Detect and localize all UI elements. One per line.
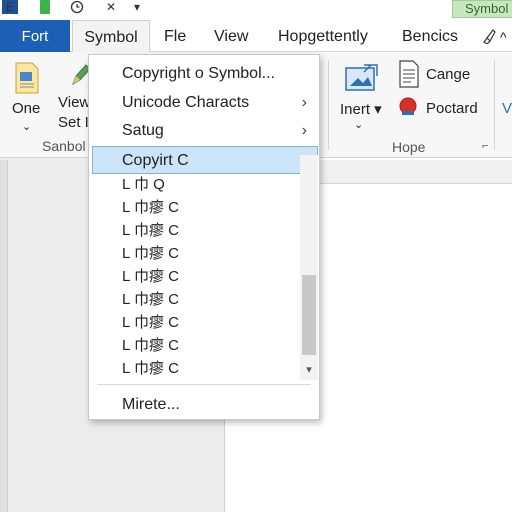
menu-scrollbar[interactable]: ▾ bbox=[300, 155, 318, 380]
scrollbar-thumb[interactable] bbox=[302, 275, 316, 355]
record-icon[interactable] bbox=[398, 96, 418, 116]
menu-item-label: Copyright o Symbol... bbox=[122, 65, 275, 82]
symbol-row[interactable]: L 巾 Q bbox=[89, 173, 289, 196]
save-icon[interactable]: E bbox=[2, 0, 18, 14]
menu-item-selected[interactable]: Copyirt C bbox=[92, 146, 318, 174]
close-icon[interactable]: ✕ bbox=[106, 0, 116, 14]
symbol-row[interactable]: L 巾瘳 C bbox=[89, 265, 289, 288]
clock-icon[interactable] bbox=[70, 0, 84, 14]
insert-image-icon[interactable] bbox=[344, 62, 380, 92]
menu-item-label: Copyirt C bbox=[122, 152, 189, 169]
ribbon-divider bbox=[328, 60, 329, 150]
chevron-down-icon[interactable]: ▾ bbox=[302, 363, 316, 377]
menu-item-satug[interactable]: Satug › bbox=[89, 117, 319, 145]
ribbon-tabs: Fort Symbol Fle View Hopgettently Bencic… bbox=[0, 20, 512, 52]
poctard-button[interactable]: Poctard bbox=[426, 100, 478, 117]
quick-access-toolbar: E ✕ ▾ Symbol bbox=[0, 0, 512, 20]
menu-item-unicode-characters[interactable]: Unicode Characts › bbox=[89, 89, 319, 117]
tab-symbol[interactable]: Symbol bbox=[72, 20, 150, 52]
symbol-row[interactable]: L 巾瘳 C bbox=[89, 219, 289, 242]
tab-file[interactable]: Fort bbox=[0, 20, 70, 52]
set-button[interactable]: Set I bbox=[58, 114, 89, 131]
group-label-sanbol: Sanbol bbox=[42, 138, 86, 154]
menu-item-copyright-symbol[interactable]: Copyright o Symbol... bbox=[89, 60, 319, 88]
menu-item-label: Unicode Characts bbox=[122, 94, 250, 111]
symbol-row[interactable]: L 巾瘳 C bbox=[89, 357, 289, 380]
symbol-row[interactable]: L 巾瘳 C bbox=[89, 196, 289, 219]
insert-dropdown-button[interactable]: Inert ▾ bbox=[340, 100, 382, 118]
group-label-hope: Hope bbox=[392, 139, 426, 155]
one-button[interactable]: One bbox=[12, 100, 40, 117]
symbol-row[interactable]: L 巾瘳 C bbox=[89, 334, 289, 357]
pane-edge bbox=[0, 160, 8, 512]
document-icon[interactable] bbox=[14, 62, 40, 94]
symbol-row[interactable]: L 巾瘳 C bbox=[89, 288, 289, 311]
green-file-icon[interactable] bbox=[40, 0, 50, 14]
brush-icon[interactable] bbox=[482, 28, 496, 45]
symbol-dropdown-menu: Copyright o Symbol... Unicode Characts ›… bbox=[88, 54, 320, 420]
change-button[interactable]: Cange bbox=[426, 66, 470, 83]
chevron-down-icon[interactable]: ⌄ bbox=[22, 120, 31, 133]
view-button[interactable]: View bbox=[58, 94, 90, 111]
chevron-down-icon[interactable]: ⌄ bbox=[354, 118, 363, 131]
symbol-row[interactable]: L 巾瘳 C bbox=[89, 311, 289, 334]
page-icon[interactable] bbox=[398, 60, 420, 88]
partial-ribbon-button[interactable]: V bbox=[502, 100, 512, 117]
tab-hopgettently[interactable]: Hopgettently bbox=[278, 20, 368, 52]
tab-view[interactable]: View bbox=[214, 20, 248, 52]
dialog-launcher-icon[interactable]: ⌐ bbox=[482, 140, 488, 152]
chevron-right-icon: › bbox=[301, 94, 307, 111]
menu-item-label: Mirete... bbox=[122, 396, 180, 413]
symbol-row[interactable]: L 巾瘳 C bbox=[89, 242, 289, 265]
menu-item-more[interactable]: Mirete... bbox=[89, 391, 319, 419]
ribbon-divider bbox=[494, 60, 495, 150]
menu-divider bbox=[97, 384, 311, 385]
chevron-down-icon[interactable]: ▾ bbox=[134, 0, 140, 14]
collapse-ribbon-icon[interactable]: ^ bbox=[500, 20, 507, 52]
menu-item-label: Satug bbox=[122, 122, 164, 139]
chevron-right-icon: › bbox=[301, 122, 307, 139]
tab-fle[interactable]: Fle bbox=[164, 20, 186, 52]
tab-bencics[interactable]: Bencics bbox=[402, 20, 458, 52]
window-title-tag: Symbol bbox=[452, 0, 512, 18]
